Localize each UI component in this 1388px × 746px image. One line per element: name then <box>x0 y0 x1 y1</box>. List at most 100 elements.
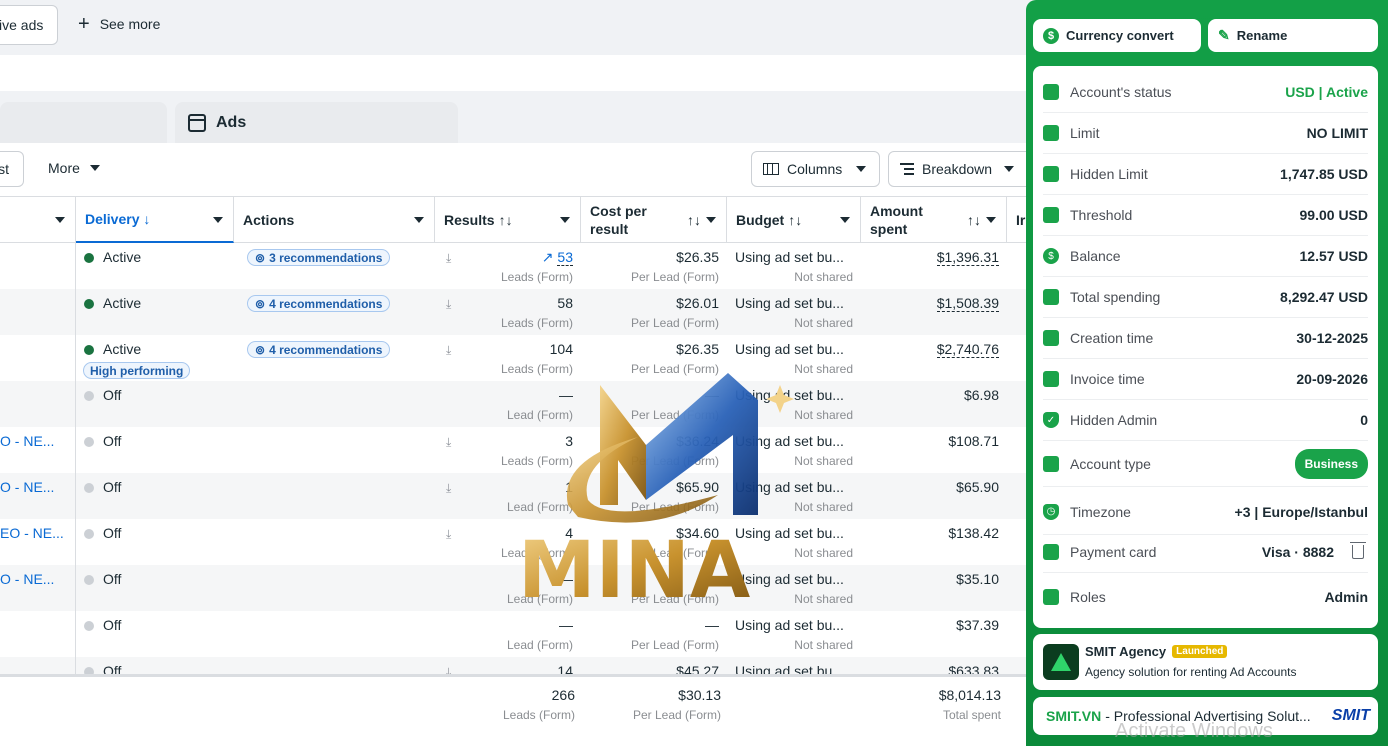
timezone-shield-icon: ◷ <box>1043 503 1059 520</box>
columns-dropdown[interactable]: Columns <box>751 151 880 187</box>
agency-description: Agency solution for renting Ad Accounts <box>1085 665 1297 679</box>
results-sub: Lead (Form) <box>506 592 573 606</box>
table-header: Delivery ↓ Actions Results ↑↓ Cost per res… <box>0 196 1030 243</box>
table-row[interactable]: Active ⊚ 4 recommendations High performing ⤓… <box>0 335 1030 381</box>
info-label-text: Roles <box>1070 588 1106 605</box>
table-row[interactable]: Off — Lead (Form) — Per Lead (Form) Using ad … <box>0 611 1030 657</box>
amount-spent-number: $1,396.31 <box>936 249 999 266</box>
dollar-icon: $ <box>1043 27 1059 44</box>
table-row[interactable]: EO - NE... Off ⤓ 4 Leads (Form) $34.60 Per Lea… <box>0 519 1030 565</box>
caret-down-icon <box>414 217 424 223</box>
ads-table: Delivery ↓ Actions Results ↑↓ Cost per res… <box>0 196 1030 746</box>
info-label: ◷ Timezone <box>1043 503 1131 520</box>
results-sub: Leads (Form) <box>500 546 573 560</box>
cost-per-result-value: — <box>705 387 719 403</box>
recommendations-badge[interactable]: ⊚ 4 recommendations <box>247 295 391 312</box>
sort-icon: ↑↓ <box>687 212 701 228</box>
results-number[interactable]: 53 <box>557 249 573 266</box>
campaign-name-link[interactable]: EO - NE... <box>0 525 64 541</box>
table-row[interactable]: Active ⊚ 3 recommendations ⤓ ↗ 53 Leads (Form… <box>0 243 1030 289</box>
trend-icon <box>1043 207 1059 223</box>
info-label: Invoice time <box>1043 371 1145 387</box>
plus-icon: + <box>78 13 90 35</box>
budget-value: Using ad set bu... <box>735 295 844 311</box>
limit-icon <box>1043 125 1059 141</box>
info-row: $ Balance 12.57 USD <box>1043 236 1368 277</box>
breakdown-icon <box>900 162 914 176</box>
results-number: 3 <box>565 433 573 449</box>
test-button[interactable]: st <box>0 151 24 187</box>
cost-per-result-sub: Per Lead (Form) <box>630 638 719 652</box>
more-dropdown[interactable]: More <box>48 160 100 176</box>
breakdown-dropdown[interactable]: Breakdown <box>888 151 1033 187</box>
column-header-delivery[interactable]: Delivery ↓ <box>76 197 234 243</box>
delivery-label: Active <box>103 341 142 357</box>
campaign-name-link[interactable]: O - NE... <box>0 479 54 495</box>
smit-agency-card[interactable]: SMIT Agency Launched Agency solution for … <box>1033 634 1378 690</box>
table-row[interactable]: Active ⊚ 4 recommendations ⤓ 58 Leads (Form) $… <box>0 289 1030 335</box>
campaign-name-link[interactable]: O - NE... <box>0 571 54 587</box>
rename-button[interactable]: ✎ Rename <box>1208 19 1378 52</box>
budget-value: Using ad set bu... <box>735 617 844 633</box>
cost-per-result-sub: Per Lead (Form) <box>630 408 719 422</box>
cost-per-result-value: $65.90 <box>676 479 719 495</box>
caret-down-icon <box>213 217 223 223</box>
budget-sub: Not shared <box>794 408 853 422</box>
tab-ads[interactable]: Ads <box>175 102 458 144</box>
status-dot-icon <box>84 345 94 355</box>
budget-value: Using ad set bu... <box>735 571 844 587</box>
info-row: Roles Admin <box>1043 576 1368 617</box>
budget-value: Using ad set bu... <box>735 479 844 495</box>
trash-icon[interactable] <box>1350 542 1366 559</box>
delivery-label: Active <box>103 249 142 265</box>
cost-per-result-value: — <box>705 571 719 587</box>
tab-ad-sets[interactable] <box>0 102 167 144</box>
caret-down-icon <box>55 217 65 223</box>
recommendations-badge[interactable]: ⊚ 3 recommendations <box>247 249 391 266</box>
info-label: Roles <box>1043 588 1106 605</box>
smit-site-link[interactable]: SMIT.VN <box>1046 708 1101 724</box>
amount-spent-number: $37.39 <box>956 617 999 633</box>
table-row[interactable]: Off — Lead (Form) — Per Lead (Form) Using ad … <box>0 381 1030 427</box>
table-row[interactable]: O - NE... Off ⤓ 3 Leads (Form) $36.24 Per Lead… <box>0 427 1030 473</box>
see-more-button[interactable]: + See more <box>78 14 160 34</box>
currency-convert-button[interactable]: $ Currency convert <box>1033 19 1201 52</box>
totals-row: 266 Leads (Form) $30.13 Per Lead (Form) … <box>0 674 1030 746</box>
info-label-text: Total spending <box>1070 289 1161 305</box>
info-label-text: Payment card <box>1070 544 1157 560</box>
results-number: — <box>559 387 573 403</box>
campaign-name-link[interactable]: O - NE... <box>0 433 54 449</box>
amount-spent-number: $65.90 <box>956 479 999 495</box>
info-row: ◷ Timezone +3 | Europe/Istanbul <box>1043 489 1368 535</box>
delivery-status: Off <box>84 617 121 633</box>
recommendations-label: 4 recommendations <box>269 342 383 357</box>
column-header-results[interactable]: Results ↑↓ <box>435 197 581 243</box>
info-value: 99.00 USD <box>1299 207 1368 223</box>
info-row: Account type Business <box>1043 441 1368 487</box>
payment-card-value: Visa · 8882 <box>1262 542 1368 560</box>
recommendations-label: 3 recommendations <box>269 250 383 265</box>
column-header-budget[interactable]: Budget ↑↓ <box>727 197 861 243</box>
delivery-label: Off <box>103 387 122 403</box>
budget-value: Using ad set bu... <box>735 433 844 449</box>
calendar-icon <box>1043 330 1059 346</box>
recommendations-badge[interactable]: ⊚ 4 recommendations <box>247 341 391 358</box>
column-header-cost-per-result[interactable]: Cost per result ↑↓ <box>581 197 727 243</box>
active-ads-filter-button[interactable]: ive ads <box>0 5 58 45</box>
account-info-extension-panel: $ Currency convert ✎ Rename Account's st… <box>1026 0 1388 746</box>
column-header-actions[interactable]: Actions <box>234 197 435 243</box>
results-sub: Leads (Form) <box>500 270 573 284</box>
column-header-amount-spent[interactable]: Amount spent ↑↓ <box>861 197 1007 243</box>
table-row[interactable]: O - NE... Off ⤓ 1 Lead (Form) $65.90 Per Lead … <box>0 473 1030 519</box>
invoice-icon <box>1043 371 1059 387</box>
results-value[interactable]: ↗ 53 <box>435 249 573 266</box>
amount-spent-value: $2,740.76 <box>861 341 999 358</box>
delivery-label: Active <box>103 295 142 311</box>
table-row[interactable]: O - NE... Off — Lead (Form) — Per Lead (Form)… <box>0 565 1030 611</box>
cost-per-result-sub: Per Lead (Form) <box>630 592 719 606</box>
column-header-name[interactable] <box>0 197 76 243</box>
search-bar-area[interactable] <box>0 55 1030 91</box>
results-number: 58 <box>557 295 573 311</box>
account-status-value: USD | Active <box>1285 84 1368 100</box>
info-label: ✓ Hidden Admin <box>1043 412 1157 428</box>
